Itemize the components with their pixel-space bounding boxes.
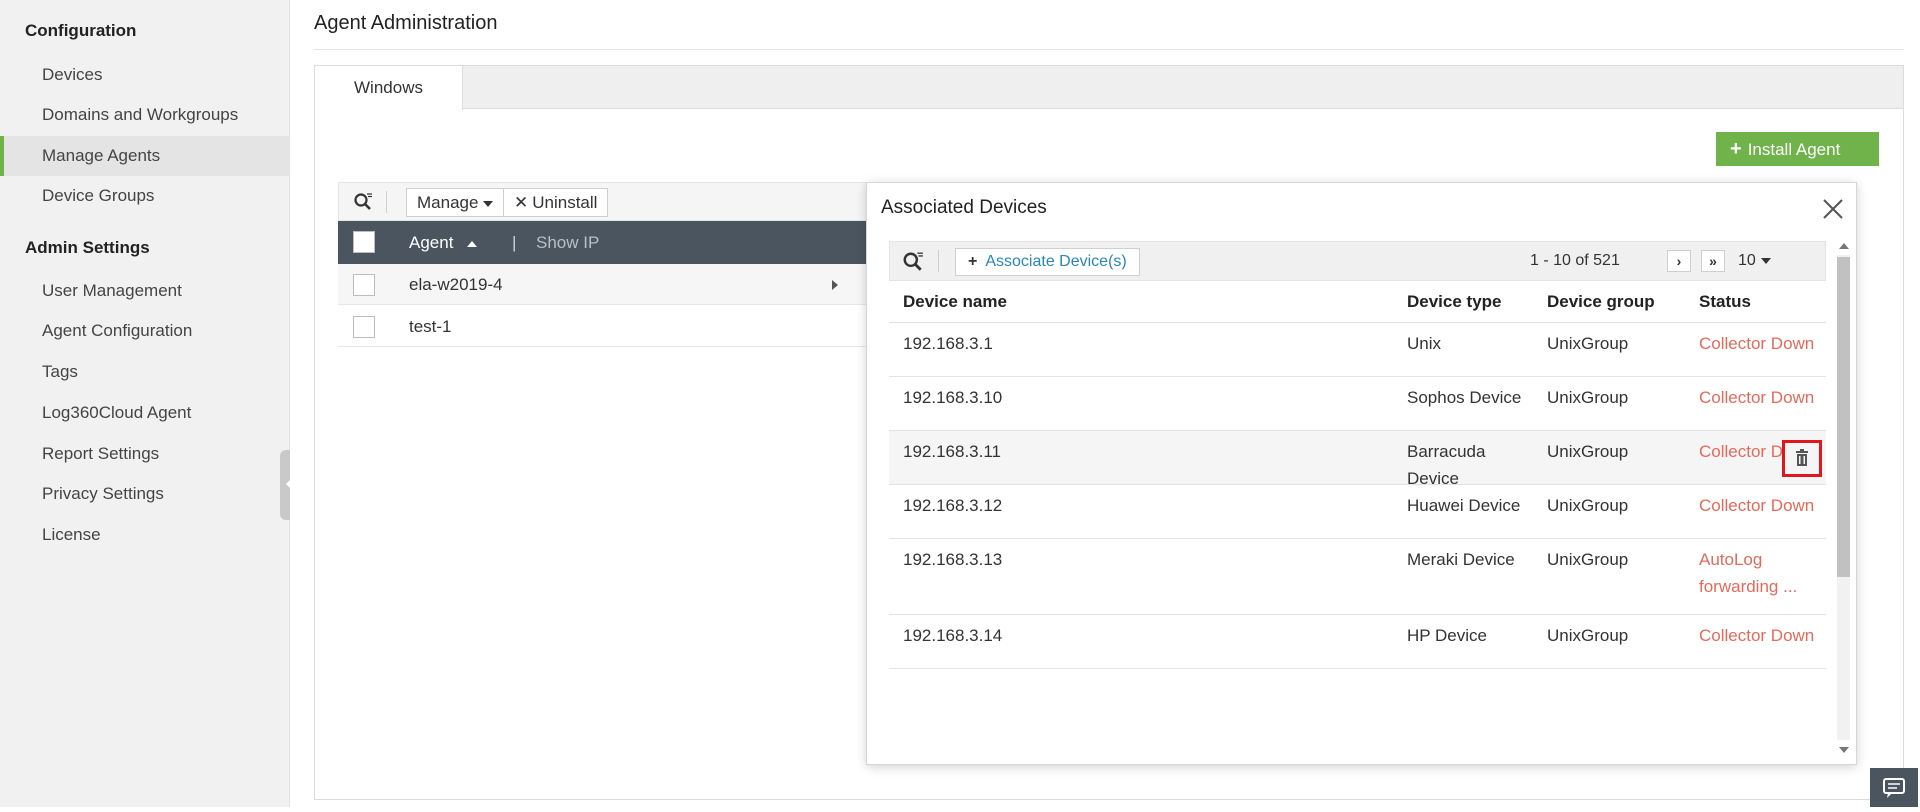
device-type: Huawei Device [1407,496,1521,515]
device-status: Collector Down [1699,496,1815,515]
page-title: Agent Administration [314,12,498,34]
agent-name: test-1 [409,317,452,336]
device-group: UnixGroup [1547,388,1629,407]
row-checkbox[interactable] [353,274,375,296]
associate-devices-label: Associate Device(s) [985,253,1127,270]
tab-windows[interactable]: Windows [315,66,463,110]
table-row[interactable]: 192.168.3.14 HP Device UnixGroup Collect… [889,615,1826,669]
scroll-down-icon[interactable] [1839,747,1849,753]
device-name: 192.168.3.10 [903,388,1003,407]
device-type: Meraki Device [1407,550,1515,569]
status-column-header[interactable]: Status [1699,292,1751,312]
sidebar-item-user-management[interactable]: User Management [0,271,290,311]
last-page-button[interactable]: » [1701,250,1725,272]
sidebar-item-report-settings[interactable]: Report Settings [0,434,290,474]
agent-name: ela-w2019-4 [409,275,503,294]
dialog-scrollbar[interactable] [1835,241,1850,756]
associate-devices-button[interactable]: + Associate Device(s) [955,248,1140,276]
sidebar-item-agent-configuration[interactable]: Agent Configuration [0,311,290,351]
sidebar-collapse-handle[interactable] [280,450,290,520]
device-name: 192.168.3.1 [903,334,993,353]
page-size-value: 10 [1738,252,1756,269]
title-divider [314,49,1904,50]
chat-icon [1883,778,1905,798]
device-type: HP Device [1407,626,1487,645]
sidebar-item-manage-agents[interactable]: Manage Agents [0,136,290,176]
chat-button[interactable] [1870,768,1918,807]
scroll-up-icon[interactable] [1839,243,1849,249]
page-size-dropdown[interactable]: 10 [1738,242,1771,280]
configuration-heading: Configuration [25,21,137,40]
agent-column-label: Agent [409,233,454,252]
uninstall-label: Uninstall [532,193,598,212]
table-row[interactable]: 192.168.3.10 Sophos Device UnixGroup Col… [889,377,1826,431]
chevron-down-icon [1760,257,1771,264]
trash-icon [1796,449,1808,466]
device-group: UnixGroup [1547,550,1629,569]
device-type: Barracuda Device [1407,442,1486,488]
select-all-checkbox[interactable] [353,231,375,253]
dialog-toolbar: + Associate Device(s) 1 - 10 of 521 › » 1… [889,241,1826,281]
table-row[interactable]: 192.168.3.1 Unix UnixGroup Collector Dow… [889,323,1826,377]
sidebar-item-device-groups[interactable]: Device Groups [0,176,290,216]
search-filter-icon[interactable] [353,192,373,212]
device-name: 192.168.3.11 [903,442,1001,461]
toolbar-separator [938,250,939,272]
install-agent-button[interactable]: + Install Agent [1716,132,1879,166]
device-name: 192.168.3.12 [903,496,1003,515]
header-separator: | [512,233,517,252]
tab-bar: Windows [315,66,1903,110]
agent-column-header[interactable]: Agent [409,221,478,264]
device-group: UnixGroup [1547,496,1629,515]
device-group: UnixGroup [1547,334,1629,353]
device-group-column-header[interactable]: Device group [1547,292,1655,312]
device-group: UnixGroup [1547,626,1629,645]
row-checkbox[interactable] [353,316,375,338]
devices-table-header: Device name Device type Device group Sta… [889,281,1826,323]
admin-settings-heading: Admin Settings [25,238,150,257]
pagination-range: 1 - 10 of 521 [1530,252,1620,269]
table-row[interactable]: 192.168.3.11 Barracuda Device UnixGroup … [889,431,1826,488]
device-status: Collector Down [1699,388,1815,407]
device-type: Unix [1407,334,1442,353]
sidebar-item-domains-workgroups[interactable]: Domains and Workgroups [0,95,290,135]
show-ip-toggle[interactable]: Show IP [536,221,599,264]
close-icon: ✕ [514,193,529,212]
device-status: Collector Down [1699,334,1815,353]
manage-label: Manage [417,193,479,212]
device-status: Collector Down [1699,626,1815,645]
table-row[interactable]: 192.168.3.12 Huawei Device UnixGroup Col… [889,485,1826,539]
sidebar-item-log360cloud-agent[interactable]: Log360Cloud Agent [0,393,290,433]
sidebar-item-devices[interactable]: Devices [0,55,290,95]
device-name: 192.168.3.13 [903,550,1003,569]
delete-device-button[interactable] [1782,440,1822,477]
device-name-column-header[interactable]: Device name [903,292,1007,312]
sidebar-item-privacy-settings[interactable]: Privacy Settings [0,474,290,514]
device-type-column-header[interactable]: Device type [1407,292,1502,312]
device-group: UnixGroup [1547,442,1629,461]
uninstall-button[interactable]: ✕ Uninstall [503,188,609,217]
sidebar: Configuration Devices Domains and Workgr… [0,0,290,807]
manage-dropdown[interactable]: Manage [406,188,505,217]
sort-ascending-icon [467,240,478,247]
expand-arrow-icon[interactable] [832,280,838,290]
plus-icon: + [968,253,978,270]
chevron-down-icon [483,200,494,207]
table-row[interactable]: 192.168.3.13 Meraki Device UnixGroup Aut… [889,539,1826,615]
next-page-button[interactable]: › [1667,250,1691,272]
plus-icon: + [1730,138,1742,160]
sidebar-item-tags[interactable]: Tags [0,352,290,392]
search-filter-icon[interactable] [902,251,924,273]
device-name: 192.168.3.14 [903,626,1003,645]
close-icon[interactable] [1821,197,1845,221]
dialog-title: Associated Devices [881,197,1047,218]
device-status: AutoLog forwarding ... [1699,550,1798,596]
install-agent-label: Install Agent [1747,140,1841,159]
toolbar-separator [386,191,387,213]
scrollbar-thumb[interactable] [1837,257,1850,577]
associated-devices-dialog: Associated Devices + Associate Device(s) … [866,182,1857,765]
sidebar-item-license[interactable]: License [0,515,290,555]
device-type: Sophos Device [1407,388,1522,407]
